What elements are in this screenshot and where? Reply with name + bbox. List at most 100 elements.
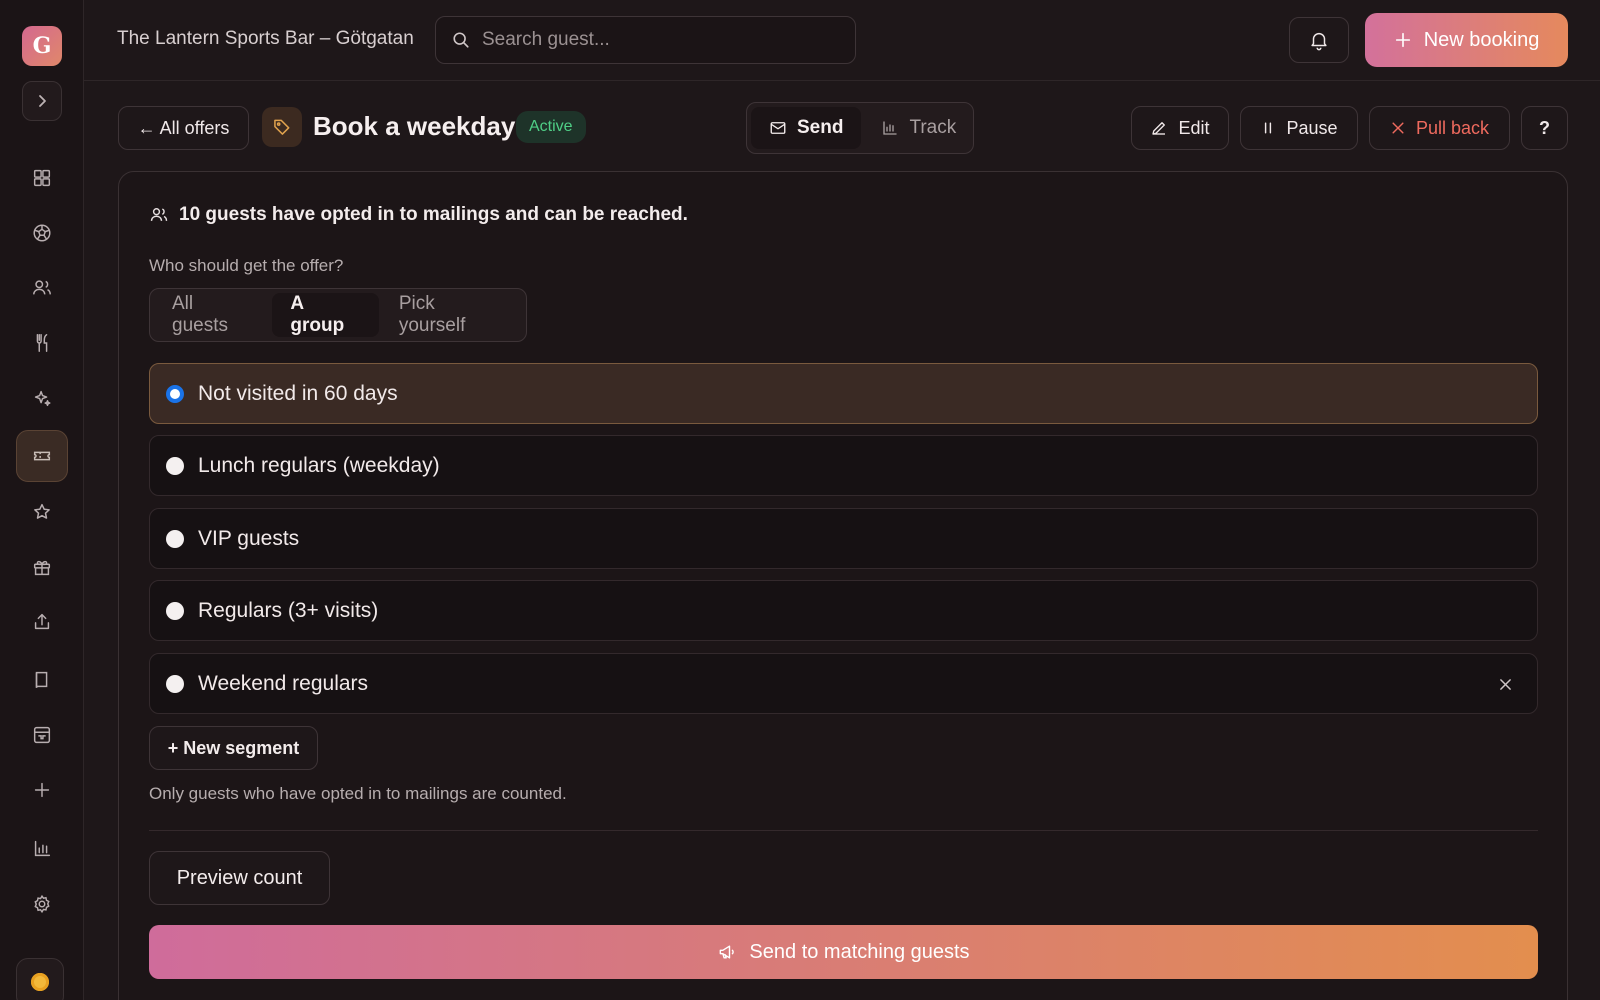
tab-track-label: Track <box>909 117 957 138</box>
search-box[interactable] <box>435 16 856 64</box>
back-label: ← All offers <box>137 117 230 138</box>
edit-button[interactable]: Edit <box>1131 106 1229 150</box>
send-offer-panel: 10 guests have opted in to mailings and … <box>118 171 1568 1000</box>
tab-all-guests[interactable]: All guests <box>154 293 270 337</box>
segment-option[interactable]: Lunch regulars (weekday) <box>149 435 1538 496</box>
offer-tag-badge <box>262 107 302 147</box>
radio-button[interactable] <box>166 674 184 693</box>
pencil-icon <box>1152 122 1166 135</box>
sidebar-item-guests[interactable] <box>16 262 68 314</box>
star-icon <box>34 503 50 519</box>
sidebar-item-reports[interactable] <box>16 823 68 875</box>
notifications-button[interactable] <box>1289 17 1349 63</box>
search-input[interactable] <box>482 29 842 51</box>
tab-pick-yourself[interactable]: Pick yourself <box>381 293 522 337</box>
soccer-ball-icon <box>33 224 51 242</box>
guests-icon <box>150 208 168 221</box>
segment-label: Lunch regulars (weekday) <box>198 453 440 477</box>
venue-name: The Lantern Sports Bar – Götgatan <box>117 28 414 49</box>
preview-count-button[interactable]: Preview count <box>149 851 330 905</box>
tab-a-group[interactable]: A group <box>272 293 379 337</box>
sidebar-item-inbox[interactable] <box>16 709 68 761</box>
send-to-matching-guests-button[interactable]: Send to matching guests <box>149 925 1538 979</box>
segment-label: VIP guests <box>198 526 300 550</box>
offer-title: Book a weekday <box>313 111 516 141</box>
help-label: ? <box>1539 117 1550 138</box>
ticket-icon <box>33 451 51 461</box>
sidebar-item-ai[interactable] <box>16 372 68 424</box>
tag-icon <box>274 119 290 135</box>
book-icon <box>35 671 48 688</box>
chevron-right-icon <box>39 95 46 107</box>
sidebar: G <box>0 0 84 1000</box>
radio-button[interactable] <box>166 384 184 403</box>
reach-text: 10 guests have opted in to mailings and … <box>179 204 688 225</box>
settings-icon <box>34 894 50 914</box>
segment-label: Regulars (3+ visits) <box>198 598 379 622</box>
sidebar-item-menu[interactable] <box>16 317 68 369</box>
bar-chart-icon <box>34 840 51 857</box>
app-logo[interactable]: G <box>22 26 62 66</box>
sidebar-item-gifts[interactable] <box>16 541 68 593</box>
segment-option[interactable]: Regulars (3+ visits) <box>149 580 1538 641</box>
share-icon <box>34 613 50 630</box>
segment-label: Not visited in 60 days <box>198 381 398 405</box>
sidebar-item-add[interactable] <box>16 764 68 816</box>
edit-label: Edit <box>1178 117 1210 138</box>
top-bar: The Lantern Sports Bar – Götgatan New bo… <box>84 0 1600 81</box>
close-icon <box>1499 678 1511 690</box>
sidebar-item-export[interactable] <box>16 596 68 648</box>
opt-in-note: Only guests who have opted in to mailing… <box>149 784 567 803</box>
new-segment-button[interactable]: + New segment <box>149 726 318 770</box>
new-booking-label: New booking <box>1423 28 1540 51</box>
search-icon <box>453 32 469 48</box>
segment-option[interactable]: Not visited in 60 days <box>149 363 1538 424</box>
mail-icon <box>770 122 786 134</box>
back-to-offers-button[interactable]: ← All offers <box>118 106 249 150</box>
pause-button[interactable]: Pause <box>1240 106 1358 150</box>
tab-send-label: Send <box>797 117 844 138</box>
divider <box>149 830 1538 831</box>
radio-button[interactable] <box>166 529 184 548</box>
sidebar-item-settings[interactable] <box>16 878 68 930</box>
offer-view-tabs: Send Track <box>746 102 974 154</box>
tab-send[interactable]: Send <box>751 107 862 149</box>
segment-option[interactable]: VIP guests <box>149 508 1538 569</box>
gift-icon <box>33 560 51 576</box>
pause-label: Pause <box>1286 117 1338 138</box>
new-booking-button[interactable]: New booking <box>1365 13 1568 67</box>
guests-icon <box>33 280 51 295</box>
cutlery-icon <box>36 334 48 352</box>
plus-icon <box>1395 32 1410 48</box>
radio-button[interactable] <box>166 456 184 475</box>
sidebar-item-sports[interactable] <box>16 207 68 259</box>
remove-segment-button[interactable] <box>1495 674 1515 694</box>
sun-icon <box>31 973 49 991</box>
pull-back-button[interactable]: Pull back <box>1369 106 1510 150</box>
segment-option[interactable]: Weekend regulars <box>149 653 1538 714</box>
sidebar-item-guestbook[interactable] <box>16 654 68 706</box>
send-label: Send to matching guests <box>749 940 970 963</box>
tab-track[interactable]: Track <box>863 107 974 149</box>
segment-label: Weekend regulars <box>198 671 369 695</box>
megaphone-icon <box>720 945 735 959</box>
close-icon <box>1392 122 1404 134</box>
bar-chart-icon <box>883 121 898 135</box>
reach-summary: 10 guests have opted in to mailings and … <box>149 204 688 226</box>
theme-toggle-button[interactable] <box>16 958 64 1000</box>
audience-question: Who should get the offer? <box>149 256 344 275</box>
plus-icon <box>34 782 50 798</box>
dashboard-icon <box>33 169 51 187</box>
inbox-icon <box>33 726 51 744</box>
audience-tabs: All guests A group Pick yourself <box>149 288 527 342</box>
sidebar-item-reviews[interactable] <box>16 486 68 538</box>
sparkles-icon <box>34 390 51 407</box>
bell-icon <box>1311 32 1327 51</box>
sidebar-item-offers[interactable] <box>16 430 68 482</box>
pause-icon <box>1265 122 1272 134</box>
pull-back-label: Pull back <box>1415 117 1490 138</box>
sidebar-expand-button[interactable] <box>22 81 62 121</box>
help-button[interactable]: ? <box>1521 106 1568 150</box>
sidebar-item-dashboard[interactable] <box>16 152 68 204</box>
radio-button[interactable] <box>166 601 184 620</box>
